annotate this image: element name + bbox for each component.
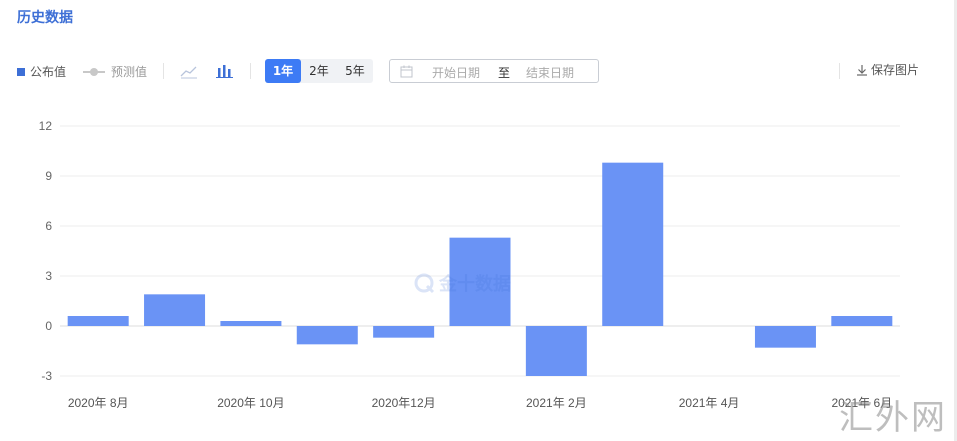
end-date-input[interactable]: 结束日期 [526, 64, 574, 81]
line-dot-marker-icon [83, 67, 105, 76]
watermark-logo-icon [414, 273, 435, 294]
y-tick-label: 9 [45, 169, 52, 183]
range-5y-button[interactable]: 5年 [337, 59, 373, 83]
legend-published-label: 公布值 [30, 65, 67, 79]
x-tick-label: 2021年 2月 [526, 396, 587, 410]
bar [296, 326, 358, 345]
range-selector: 1年 2年 5年 [265, 59, 373, 83]
square-marker-icon [17, 67, 25, 76]
legend-forecast-label: 预测值 [111, 65, 148, 79]
legend-forecast[interactable]: 预测值 [83, 63, 147, 80]
range-2y-button[interactable]: 2年 [301, 59, 337, 83]
y-tick-label: 6 [45, 219, 52, 233]
line-chart-icon[interactable] [179, 61, 199, 81]
y-tick-label: 0 [45, 319, 52, 333]
x-tick-label: 2021年 4月 [679, 396, 740, 410]
download-icon [857, 64, 867, 76]
save-image-label: 保存图片 [871, 63, 920, 77]
range-1y-button[interactable]: 1年 [265, 59, 301, 83]
y-tick-label: -3 [41, 369, 52, 383]
watermark-text: 金十数据 [439, 274, 511, 295]
page-title: 历史数据 [17, 10, 73, 26]
bar [525, 326, 587, 376]
bar [754, 326, 816, 348]
legend-published[interactable]: 公布值 [17, 63, 66, 80]
x-tick-label: 2020年 8月 [68, 396, 129, 410]
divider [250, 63, 251, 79]
chart-toolbar: 公布值 预测值 1年 2年 5年 开始日期 至 结束日期 保存图片 [17, 59, 937, 83]
date-range-separator: 至 [498, 66, 511, 80]
bar [144, 294, 206, 326]
y-tick-label: 12 [39, 119, 53, 133]
divider [839, 63, 840, 79]
watermark: 金十数据 [413, 270, 511, 296]
bar [67, 316, 129, 326]
calendar-icon [400, 65, 413, 81]
bar [831, 316, 893, 326]
divider [163, 63, 164, 79]
corner-watermark: 汇外网 [839, 398, 947, 438]
bar [373, 326, 435, 338]
bar [220, 321, 282, 326]
date-range-picker[interactable]: 开始日期 至 结束日期 [389, 59, 599, 83]
x-tick-label: 2020年12月 [372, 396, 436, 410]
save-image-button[interactable]: 保存图片 [856, 61, 919, 78]
x-tick-label: 2020年 10月 [217, 396, 284, 410]
start-date-input[interactable]: 开始日期 [432, 64, 480, 81]
bar [602, 162, 664, 326]
bar-chart-icon[interactable] [215, 61, 235, 81]
y-tick-label: 3 [45, 269, 52, 283]
